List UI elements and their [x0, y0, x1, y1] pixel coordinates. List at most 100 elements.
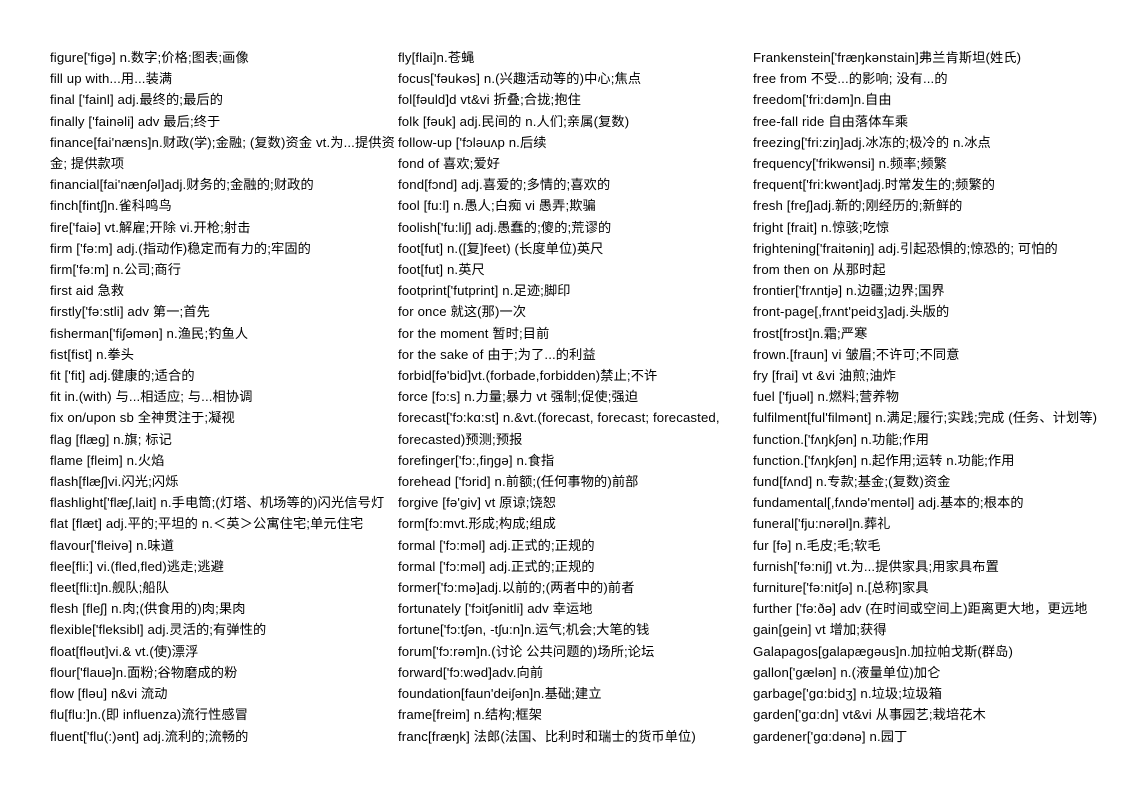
vocabulary-entry: formal ['fɔ:məl] adj.正式的;正规的 — [398, 537, 595, 553]
vocabulary-entry: flow [fləu] n&vi 流动 — [50, 686, 168, 702]
vocabulary-entry: final ['fainl] adj.最终的;最后的 — [50, 92, 224, 108]
vocabulary-entry: figure['figə] n.数字;价格;图表;画像 — [50, 50, 249, 65]
vocabulary-entry: frightening['fraitəniŋ] adj.引起恐惧的;惊恐的; 可… — [753, 240, 1058, 256]
vocabulary-entry: focus['fəukəs] n.(兴趣活动等的)中心;焦点 — [398, 71, 642, 87]
vocabulary-entry: flexible['fleksibl] adj.灵活的;有弹性的 — [50, 622, 267, 638]
vocabulary-entry: flashlight['flæʃ,lait] n.手电筒;(灯塔、机场等的)闪光… — [50, 495, 385, 511]
vocabulary-entry: for once 就这(那)一次 — [398, 304, 527, 320]
vocabulary-entry: frost[frɔst]n.霜;严寒 — [753, 325, 868, 341]
vocabulary-entry: freedom['fri:dəm]n.自由 — [753, 92, 892, 108]
vocabulary-entry: formal ['fɔ:məl] adj.正式的;正规的 — [398, 558, 595, 574]
vocabulary-entry: fond[fɔnd] adj.喜爱的;多情的;喜欢的 — [398, 177, 611, 193]
vocabulary-entry: footprint['futprint] n.足迹;脚印 — [398, 283, 571, 299]
vocabulary-entry: fry [frai] vt &vi 油煎;油炸 — [753, 368, 896, 384]
vocabulary-entry: franc[fræŋk] 法郎(法国、比利时和瑞士的货币单位) — [398, 728, 696, 744]
vocabulary-entry: gallon['gælən] n.(液量单位)加仑 — [753, 664, 941, 680]
vocabulary-entry: fisherman['fiʃəmən] n.渔民;钓鱼人 — [50, 325, 249, 341]
vocabulary-entry: forbid[fə'bid]vt.(forbade,forbidden)禁止;不… — [398, 368, 658, 384]
vocabulary-entry: fluent['flu(:)ənt] adj.流利的;流畅的 — [50, 728, 249, 744]
vocabulary-entry: fundamental[,fʌndə'mentəl] adj.基本的;根本的 — [753, 495, 1024, 511]
vocabulary-entry: foot[fut] n.([复]feet) (长度单位)英尺 — [398, 240, 604, 256]
vocabulary-column-3: Frankenstein['fræŋkənstain]弗兰肯斯坦(姓氏) free… — [753, 47, 1115, 747]
vocabulary-entry: flesh [fleʃ] n.肉;(供食用的)肉;果肉 — [50, 601, 246, 617]
vocabulary-entry: fortune['fɔ:tʃən, -tʃu:n]n.运气;机会;大笔的钱 — [398, 622, 650, 638]
vocabulary-entry: function.['fʌŋkʃən] n.起作用;运转 n.功能;作用 — [753, 452, 1015, 468]
vocabulary-entry: foolish['fu:liʃ] adj.愚蠢的;傻的;荒谬的 — [398, 219, 612, 235]
vocabulary-entry: fur [fə] n.毛皮;毛;软毛 — [753, 537, 881, 553]
vocabulary-entry: fond of 喜欢;爱好 — [398, 156, 501, 172]
vocabulary-entry: fulfilment[ful'filmənt] n.满足;履行;实践;完成 (任… — [753, 410, 1098, 426]
vocabulary-entry: garbage['gɑ:bidʒ] n.垃圾;垃圾箱 — [753, 686, 943, 702]
vocabulary-entry: flag [flæg] n.旗; 标记 — [50, 431, 172, 447]
vocabulary-entry: forefinger['fɔ:,fiŋgə] n.食指 — [398, 452, 555, 468]
vocabulary-entry: firstly['fə:stli] adv 第一;首先 — [50, 304, 210, 320]
vocabulary-column-2: fly[flai]n.苍蝇 focus['fəukəs] n.(兴趣活动等的)中心… — [398, 47, 753, 747]
vocabulary-entry: finally ['fainəli] adv 最后;终于 — [50, 113, 221, 129]
vocabulary-entry: foot[fut] n.英尺 — [398, 262, 485, 278]
vocabulary-entry: for the moment 暂时;目前 — [398, 325, 550, 341]
vocabulary-entry: frown.[fraun] vi 皱眉;不许可;不同意 — [753, 346, 960, 362]
vocabulary-entry: financial[fai'nænʃəl]adj.财务的;金融的;财政的 — [50, 177, 314, 193]
vocabulary-entry: fire['faiə] vt.解雇;开除 vi.开枪;射击 — [50, 219, 251, 235]
vocabulary-entry: frequency['frikwənsi] n.频率;频繁 — [753, 156, 947, 172]
vocabulary-entry: finance[fai'næns]n.财政(学);金融; (复数)资金 vt.为… — [50, 134, 395, 172]
vocabulary-entry: former['fɔ:mə]adj.以前的;(两者中的)前者 — [398, 580, 635, 596]
vocabulary-entry: forecast['fɔ:kɑ:st] n.&vt.(forecast, for… — [398, 410, 720, 447]
vocabulary-entry: fright [frait] n.惊骇;吃惊 — [753, 219, 890, 235]
vocabulary-entry: firm ['fə:m] adj.(指动作)稳定而有力的;牢固的 — [50, 240, 311, 256]
vocabulary-entry: finch[fintʃ]n.雀科鸣鸟 — [50, 198, 172, 214]
vocabulary-entry: fresh [freʃ]adj.新的;刚经历的;新鲜的 — [753, 198, 963, 214]
vocabulary-entry: follow-up ['fɔləuʌp n.后续 — [398, 134, 547, 150]
vocabulary-entry: function.['fʌŋkʃən] n.功能;作用 — [753, 431, 930, 447]
vocabulary-entry: forehead ['fɔrid] n.前额;(任何事物的)前部 — [398, 474, 639, 490]
vocabulary-entry: float[fləut]vi.& vt.(使)漂浮 — [50, 643, 199, 659]
vocabulary-entry: flat [flæt] adj.平的;平坦的 n.＜英＞公寓住宅;单元住宅 — [50, 516, 364, 532]
vocabulary-entry: folk [fəuk] adj.民间的 n.人们;亲属(复数) — [398, 113, 630, 129]
vocabulary-entry: further ['fə:ðə] adv (在时间或空间上)距离更大地，更远地 — [753, 601, 1088, 617]
vocabulary-entry: frequent['fri:kwənt]adj.时常发生的;频繁的 — [753, 177, 996, 193]
vocabulary-entry: front-page[,frʌnt'peidʒ]adj.头版的 — [753, 304, 950, 320]
vocabulary-entry: furnish['fə:niʃ] vt.为...提供家具;用家具布置 — [753, 558, 999, 574]
vocabulary-entry: fund[fʌnd] n.专款;基金;(复数)资金 — [753, 474, 951, 490]
vocabulary-entry: flash[flæʃ]vi.闪光;闪烁 — [50, 474, 179, 490]
vocabulary-entry: fit in.(with) 与...相适应; 与...相协调 — [50, 389, 253, 405]
vocabulary-entry: garden['gɑ:dn] vt&vi 从事园艺;栽培花木 — [753, 707, 986, 723]
vocabulary-entry: fill up with...用...装满 — [50, 71, 173, 87]
vocabulary-entry: frontier['frʌntjə] n.边疆;边界;国界 — [753, 283, 945, 299]
vocabulary-entry: for the sake of 由于;为了...的利益 — [398, 346, 596, 362]
vocabulary-entry: funeral['fju:nərəl]n.葬礼 — [753, 516, 891, 532]
vocabulary-entry: fist[fist] n.拳头 — [50, 346, 135, 362]
vocabulary-page: figure['figə] n.数字;价格;图表;画像 fill up with.… — [0, 0, 1123, 794]
vocabulary-entry: gardener['gɑ:dənə] n.园丁 — [753, 728, 908, 744]
vocabulary-entry: frame[freim] n.结构;框架 — [398, 707, 543, 723]
vocabulary-entry: flee[fli:] vi.(fled,fled)逃走;逃避 — [50, 558, 224, 574]
vocabulary-entry: furniture['fə:nitʃə] n.[总称]家具 — [753, 580, 929, 596]
vocabulary-entry: flavour['fleivə] n.味道 — [50, 537, 175, 553]
vocabulary-entry: Galapagos[galapægəus]n.加拉帕戈斯(群岛) — [753, 643, 1014, 659]
vocabulary-entry: free from 不受...的影响; 没有...的 — [753, 71, 948, 87]
vocabulary-entry: flour['flauə]n.面粉;谷物磨成的粉 — [50, 664, 238, 680]
vocabulary-entry: fool [fu:l] n.愚人;白痴 vi 愚弄;欺骗 — [398, 198, 596, 214]
vocabulary-entry: form[fɔ:mvt.形成;构成;组成 — [398, 516, 556, 532]
vocabulary-entry: fix on/upon sb 全神贯注于;凝视 — [50, 410, 235, 426]
vocabulary-entry: flu[flu:]n.(即 influenza)流行性感冒 — [50, 707, 249, 723]
vocabulary-entry: fleet[fli:t]n.舰队;船队 — [50, 580, 170, 596]
vocabulary-entry: fuel ['fjuəl] n.燃料;营养物 — [753, 389, 900, 405]
vocabulary-entry: flame [fleim] n.火焰 — [50, 452, 165, 468]
vocabulary-entry: Frankenstein['fræŋkənstain]弗兰肯斯坦(姓氏) — [753, 50, 1022, 65]
vocabulary-entry: fly[flai]n.苍蝇 — [398, 50, 475, 65]
vocabulary-entry: fortunately ['fɔitʃənitli] adv 幸运地 — [398, 601, 593, 617]
vocabulary-entry: free-fall ride 自由落体车乘 — [753, 113, 909, 129]
vocabulary-entry: forum['fɔ:rəm]n.(讨论 公共问题的)场所;论坛 — [398, 643, 655, 659]
column-container: figure['figə] n.数字;价格;图表;画像 fill up with.… — [50, 47, 1115, 747]
vocabulary-entry: freezing['fri:ziŋ]adj.冰冻的;极冷的 n.冰点 — [753, 134, 991, 150]
vocabulary-column-1: figure['figə] n.数字;价格;图表;画像 fill up with.… — [50, 47, 398, 747]
vocabulary-entry: firm['fə:m] n.公司;商行 — [50, 262, 182, 278]
vocabulary-entry: gain[gein] vt 增加;获得 — [753, 622, 887, 638]
vocabulary-entry: foundation[faun'deiʃən]n.基础;建立 — [398, 686, 602, 702]
vocabulary-entry: first aid 急救 — [50, 283, 125, 299]
vocabulary-entry: forgive [fə'giv] vt 原谅;饶恕 — [398, 495, 557, 511]
vocabulary-entry: fol[fəuld]d vt&vi 折叠;合拢;抱住 — [398, 92, 581, 108]
vocabulary-entry: forward['fɔ:wəd]adv.向前 — [398, 664, 544, 680]
vocabulary-entry: force [fɔ:s] n.力量;暴力 vt 强制;促使;强迫 — [398, 389, 639, 405]
